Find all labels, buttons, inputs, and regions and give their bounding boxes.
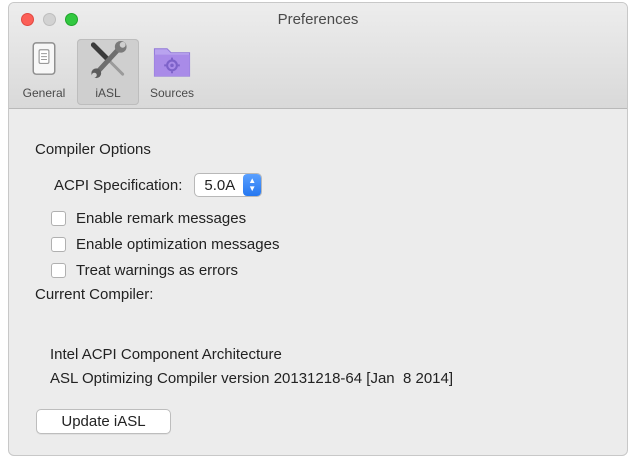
folder-gear-icon — [153, 48, 191, 77]
compiler-info-line-1: Intel ACPI Component Architecture — [50, 346, 282, 363]
acpi-spec-popup[interactable]: 5.0A ▲ ▼ — [194, 173, 263, 197]
warnings-as-errors-option[interactable]: Treat warnings as errors — [51, 262, 238, 279]
preferences-window: Preferences General iASL Sources Compile… — [8, 2, 628, 456]
optimization-messages-option[interactable]: Enable optimization messages — [51, 236, 279, 253]
acpi-spec-label: ACPI Specification: — [54, 176, 183, 194]
tools-icon — [90, 40, 127, 79]
warnings-as-errors-label: Treat warnings as errors — [76, 262, 238, 279]
tab-general-label: General — [22, 86, 66, 100]
remark-messages-label: Enable remark messages — [76, 210, 247, 227]
optimization-messages-checkbox[interactable] — [51, 237, 66, 252]
switch-icon — [32, 42, 56, 75]
tab-iasl-label: iASL — [95, 86, 121, 100]
compiler-options-heading: Compiler Options — [35, 141, 151, 158]
popup-stepper-icon: ▲ ▼ — [243, 174, 262, 196]
title-bar: Preferences General iASL Sources — [9, 3, 627, 109]
update-iasl-button[interactable]: Update iASL — [36, 409, 171, 434]
compiler-info: Intel ACPI Component Architecture ASL Op… — [50, 343, 453, 391]
window-title: Preferences — [277, 11, 359, 28]
tab-iasl[interactable]: iASL — [77, 39, 139, 105]
tab-sources-label: Sources — [149, 86, 195, 100]
compiler-info-line-2: ASL Optimizing Compiler version 20131218… — [50, 370, 454, 387]
tab-general[interactable]: General — [13, 39, 75, 105]
remark-messages-checkbox[interactable] — [51, 211, 66, 226]
acpi-spec-row: ACPI Specification: 5.0A ▲ ▼ — [54, 173, 263, 197]
acpi-spec-value: 5.0A — [204, 176, 236, 194]
current-compiler-heading: Current Compiler: — [35, 286, 154, 303]
chevron-down-icon: ▼ — [248, 184, 257, 193]
tab-sources[interactable]: Sources — [141, 39, 203, 105]
warnings-as-errors-checkbox[interactable] — [51, 263, 66, 278]
optimization-messages-label: Enable optimization messages — [76, 236, 280, 253]
preferences-toolbar: General iASL Sources — [13, 39, 203, 105]
remark-messages-option[interactable]: Enable remark messages — [51, 210, 246, 227]
